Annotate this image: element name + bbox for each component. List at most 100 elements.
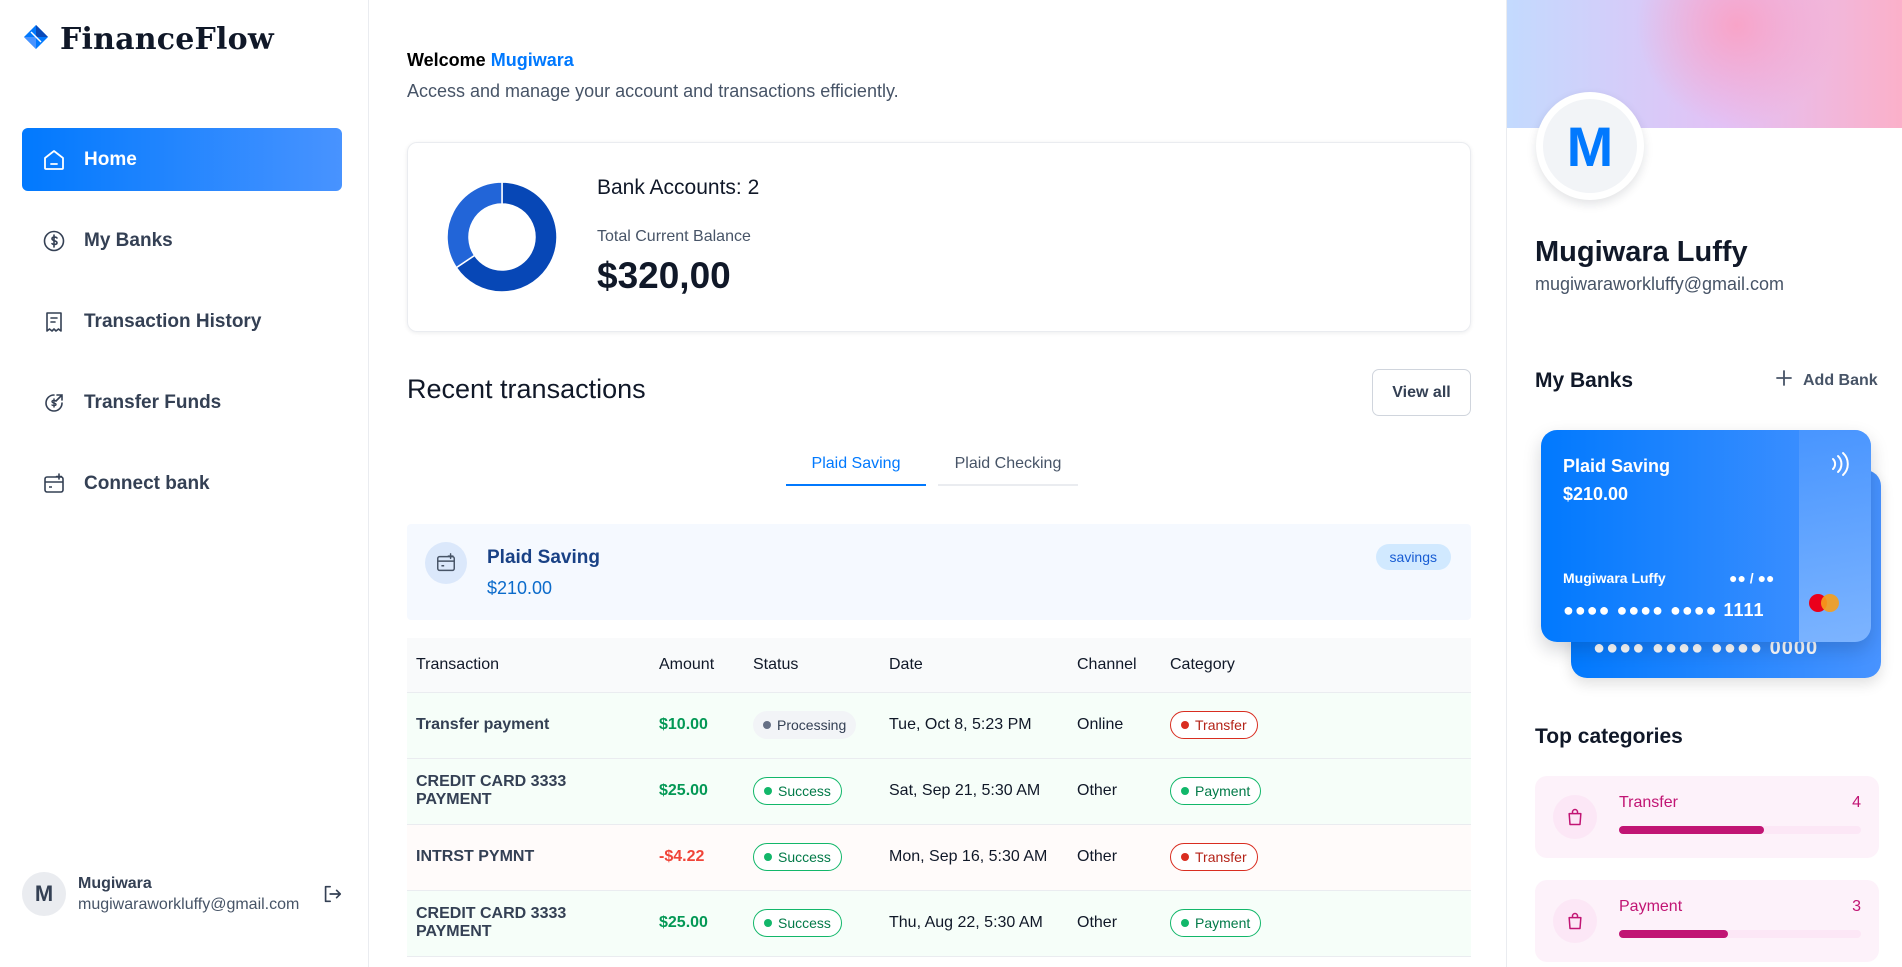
card-number: ●●●● ●●●● ●●●● 1111 [1563, 600, 1765, 620]
table-header-row: Transaction Amount Status Date Channel C… [407, 638, 1471, 693]
total-balance-label: Total Current Balance [597, 228, 751, 245]
card-bank-name: Plaid Saving [1563, 456, 1671, 476]
receipt-icon [40, 308, 68, 336]
account-banner: Plaid Saving $210.00 savings [407, 524, 1471, 620]
category-name: Payment [1619, 898, 1683, 915]
category-count: 3 [1852, 898, 1861, 915]
category-label: Payment [1195, 915, 1251, 931]
contactless-icon [1827, 450, 1853, 483]
tab-plaid-saving[interactable]: Plaid Saving [786, 444, 926, 486]
category-cell: Payment [1161, 758, 1471, 825]
category-label: Payment [1195, 783, 1251, 799]
dollar-circle-icon [40, 227, 68, 255]
category-payment[interactable]: Payment 3 [1535, 880, 1879, 962]
tab-plaid-checking[interactable]: Plaid Checking [938, 444, 1078, 486]
bank-card[interactable]: Plaid Saving $210.00 Mugiwara Luffy ●● /… [1541, 430, 1871, 642]
page-title: Welcome Mugiwara [407, 50, 574, 71]
user-info: Mugiwara mugiwaraworkluffy@gmail.com [78, 875, 299, 914]
total-balance-value: $320,00 [597, 255, 731, 296]
transaction-channel: Other [1068, 890, 1161, 957]
category-dot [1181, 853, 1189, 861]
status-label: Processing [777, 717, 847, 733]
category-cell: Transfer [1161, 692, 1471, 759]
category-transfer[interactable]: Transfer 4 [1535, 776, 1879, 858]
column-status: Status [744, 638, 880, 693]
shopping-bag-icon [1553, 899, 1597, 943]
transaction-name: CREDIT CARD 3333 PAYMENT [407, 890, 650, 957]
account-name: Plaid Saving [487, 547, 600, 568]
transaction-name: INTRST PYMNT [407, 824, 650, 891]
user-email: mugiwaraworkluffy@gmail.com [78, 895, 300, 913]
status-dot [764, 919, 772, 927]
user-name: Mugiwara [78, 874, 152, 892]
category-progress [1619, 826, 1861, 834]
category-badge: Payment [1170, 909, 1262, 937]
nav-home-label: Home [84, 148, 137, 170]
card-add-icon [40, 470, 68, 498]
card-expiry: ●● / ●● [1729, 570, 1775, 586]
transactions-table: Transaction Amount Status Date Channel C… [407, 638, 1471, 957]
transaction-amount: $25.00 [650, 890, 744, 957]
balance-card: Bank Accounts: 2 Total Current Balance $… [407, 142, 1471, 332]
main-nav: Home My Banks Transaction History Transf… [22, 128, 342, 533]
transaction-channel: Other [1068, 758, 1161, 825]
add-bank-label: Add Bank [1803, 371, 1878, 389]
status-badge: Success [753, 777, 842, 805]
table-row[interactable]: CREDIT CARD 3333 PAYMENT $25.00 Success Thu… [407, 890, 1471, 957]
status-badge: Success [753, 843, 842, 871]
account-type-badge: savings [1375, 544, 1451, 570]
plus-icon [1775, 369, 1793, 392]
logout-icon[interactable] [319, 881, 345, 907]
category-label: Transfer [1195, 717, 1247, 733]
nav-connect-bank[interactable]: Connect bank [22, 452, 342, 515]
category-dot [1181, 721, 1189, 729]
logo[interactable]: FinanceFlow [22, 22, 274, 57]
status-cell: Success [744, 890, 880, 957]
category-cell: Transfer [1161, 824, 1471, 891]
category-badge: Transfer [1170, 711, 1258, 739]
my-banks-title: My Banks [1535, 369, 1634, 392]
nav-home[interactable]: Home [22, 128, 342, 191]
status-dot [764, 853, 772, 861]
column-transaction: Transaction [407, 638, 650, 693]
nav-transfer-funds[interactable]: Transfer Funds [22, 371, 342, 434]
status-label: Success [778, 915, 831, 931]
status-badge: Processing [753, 711, 857, 739]
category-label: Transfer [1195, 849, 1247, 865]
nav-transaction-history-label: Transaction History [84, 310, 262, 332]
logo-icon [22, 23, 50, 56]
table-row[interactable]: INTRST PYMNT -$4.22 Success Mon, Sep 16, 5:… [407, 824, 1471, 891]
page-subtitle: Access and manage your account and trans… [407, 81, 899, 101]
user-footer: M Mugiwara mugiwaraworkluffy@gmail.com [22, 872, 352, 916]
card-balance: $210.00 [1563, 484, 1629, 504]
transaction-date: Sat, Sep 21, 5:30 AM [880, 758, 1068, 825]
category-progress-fill [1619, 826, 1765, 834]
column-date: Date [880, 638, 1068, 693]
category-count: 4 [1852, 794, 1861, 811]
transaction-amount: -$4.22 [650, 824, 744, 891]
view-all-button[interactable]: View all [1372, 369, 1471, 416]
donut-slice [446, 181, 503, 269]
status-cell: Success [744, 824, 880, 891]
category-dot [1181, 919, 1189, 927]
transaction-amount: $25.00 [650, 758, 744, 825]
table-row[interactable]: CREDIT CARD 3333 PAYMENT $25.00 Success Sat… [407, 758, 1471, 825]
nav-transaction-history[interactable]: Transaction History [22, 290, 342, 353]
nav-my-banks-label: My Banks [84, 229, 173, 251]
avatar[interactable]: M [22, 872, 66, 916]
status-dot [764, 787, 772, 795]
column-amount: Amount [650, 638, 744, 693]
balance-donut-chart [446, 181, 558, 293]
transaction-amount: $10.00 [650, 692, 744, 759]
table-row[interactable]: Transfer payment $10.00 Processing Tue, Oct… [407, 692, 1471, 759]
money-send-icon [40, 389, 68, 417]
home-icon [40, 146, 68, 174]
transaction-channel: Online [1068, 692, 1161, 759]
nav-my-banks[interactable]: My Banks [22, 209, 342, 272]
status-cell: Processing [744, 692, 880, 759]
top-categories-title: Top categories [1535, 725, 1683, 748]
add-bank-button[interactable]: Add Bank [1775, 369, 1878, 392]
category-badge: Payment [1170, 777, 1262, 805]
profile-avatar[interactable]: M [1536, 92, 1644, 200]
welcome-text: Welcome [407, 50, 486, 70]
